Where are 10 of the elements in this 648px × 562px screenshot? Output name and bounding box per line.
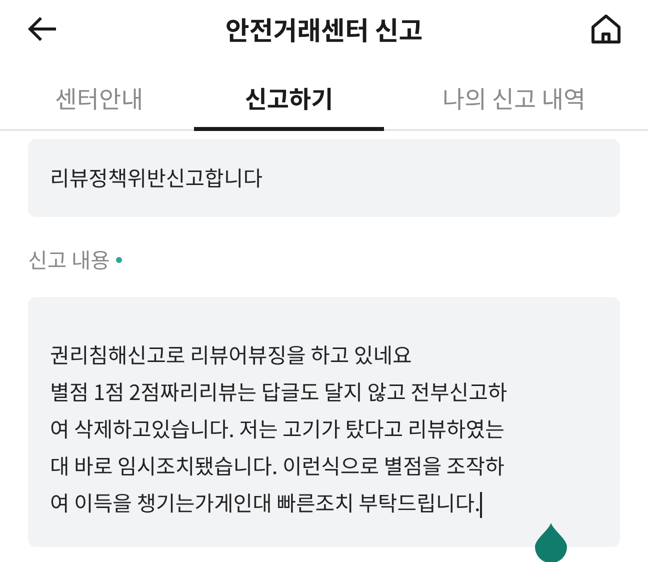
- content-field[interactable]: 권리침해신고로 리뷰어뷰징을 하고 있네요 별점 1점 2점짜리리뷰는 답글도 달지 않고 전부신고하 여 삭제하고있습니다. 저는 고기가 탔다고 리뷰하였는 대 바로 임시조치됐습니다. 이런식으로 별점을 조작하 여 이득을 챙기는가게인대 빠른조치 부탁드립니다.: [28, 297, 620, 547]
- field-label: 신고 내용: [28, 245, 110, 275]
- cursor-handle-icon[interactable]: [534, 523, 568, 562]
- back-button[interactable]: [28, 16, 58, 42]
- tab[interactable]: 신고하기: [194, 70, 384, 131]
- page-title: 안전거래센터 신고: [225, 10, 423, 48]
- subject-field[interactable]: 리뷰정책위반신고합니다: [28, 139, 620, 217]
- back-arrow-icon: [28, 16, 58, 42]
- home-button[interactable]: [590, 14, 622, 44]
- home-icon: [590, 14, 622, 44]
